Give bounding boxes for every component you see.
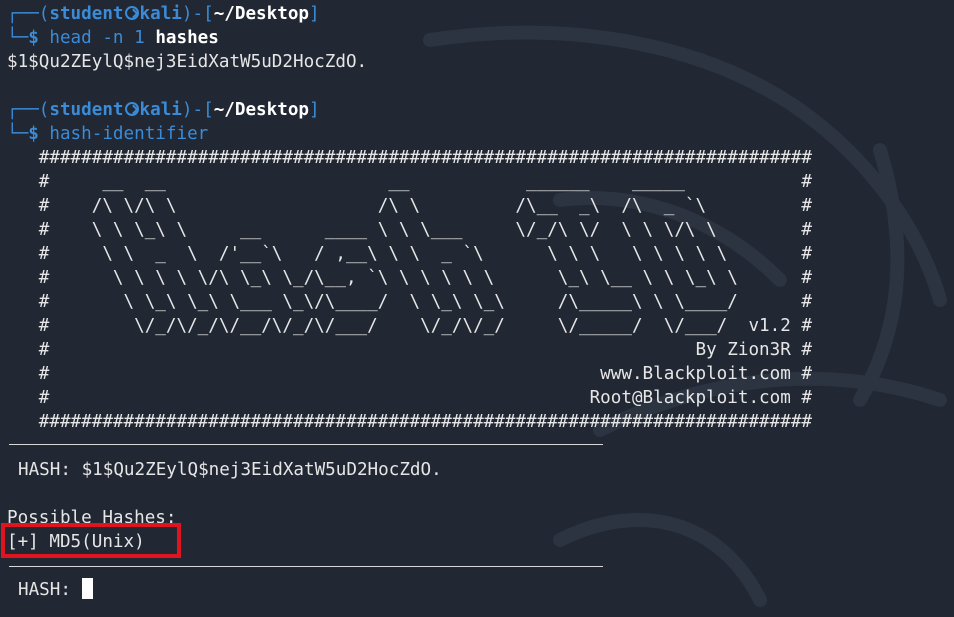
prompt-frame-right: ] (309, 100, 320, 120)
hash-echo-line: HASH: $1$Qu2ZEylQ$nej3EidXatW5uD2HocZdO. (7, 458, 954, 482)
command-line: └─$ head -n 1 hashes (7, 26, 954, 50)
kali-icon (124, 102, 139, 116)
banner-line: # \ \ \_\ \ __ ____ \ \ \___ \/_/\ \/ \ … (7, 220, 813, 240)
hash-value: $1$Qu2ZEylQ$nej3EidXatW5uD2HocZdO. (81, 460, 442, 480)
banner-line: ########################################… (7, 412, 813, 432)
command-args: -n 1 (91, 28, 156, 48)
prompt-user: student (49, 4, 124, 24)
prompt-host: kali (139, 4, 182, 24)
hash-label: HASH: (18, 460, 82, 480)
prompt-frame-bottom: └─ (7, 124, 29, 144)
prompt-frame-left: ┌──( (7, 4, 50, 24)
banner-line: # By Zion3R # (7, 340, 813, 360)
hash-input-label: HASH: (18, 580, 82, 600)
result-highlight-box (1, 523, 181, 558)
banner-line: # __ __ __ ______ _____ # (7, 172, 813, 192)
banner-line: # \ \ \ \ \/\ \_\ \_/\__, `\ \ \ \ \ \ \… (7, 268, 813, 288)
prompt-dollar: $ (28, 124, 39, 144)
command-line: └─$ hash-identifier (7, 122, 954, 146)
prompt-frame-mid: )-[ (181, 100, 214, 120)
separator-rule (9, 444, 603, 445)
command-file-arg: hashes (155, 28, 219, 48)
separator-rule (9, 566, 603, 567)
banner-line: # www.Blackploit.com # (7, 364, 813, 384)
prompt-frame-left: ┌──( (7, 100, 50, 120)
prompt-path: ~/Desktop (213, 4, 310, 24)
banner-line: ########################################… (7, 148, 813, 168)
prompt-line: ┌──(student kali)-[~/Desktop] (7, 2, 954, 26)
prompt-user: student (49, 100, 124, 120)
text-cursor (81, 578, 93, 599)
prompt-host: kali (139, 100, 182, 120)
head-output: $1$Qu2ZEylQ$nej3EidXatW5uD2HocZdO. (7, 52, 368, 72)
banner-line: # Root@Blackploit.com # (7, 388, 813, 408)
prompt-frame-right: ] (309, 4, 320, 24)
command-name: hash-identifier (49, 124, 209, 144)
banner-line: # /\ \/\ \ /\ \ /\__ _\ /\ _ `\ # (7, 196, 813, 216)
prompt-frame-mid: )-[ (181, 4, 214, 24)
prompt-path: ~/Desktop (213, 100, 310, 120)
prompt-frame-bottom: └─ (7, 28, 29, 48)
prompt-dollar: $ (28, 28, 39, 48)
hash-input-line[interactable]: HASH: (7, 578, 954, 602)
kali-icon (124, 6, 139, 20)
prompt-line: ┌──(student kali)-[~/Desktop] (7, 98, 954, 122)
banner-line: # \ \ _ \ /'__`\ / ,__\ \ \ _ `\ \ \ \ \… (7, 244, 813, 264)
banner-line: # \/_/\/_/\/__/\/_/\/___/ \/_/\/_/ \/___… (7, 316, 813, 336)
command-name: head (49, 28, 92, 48)
banner-line: # \ \_\ \_\ \___ \_\/\____/ \ \_\ \_\ /\… (7, 292, 813, 312)
